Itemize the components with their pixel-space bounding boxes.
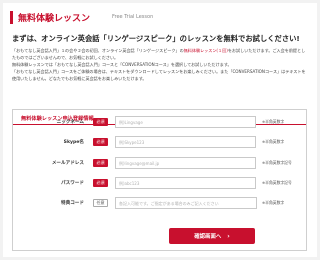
optional-badge: 任意 [93,199,108,207]
promo-code-note: ※半角英数字 [262,200,285,205]
required-badge: 必須 [93,118,108,126]
arrow-right-icon: › [227,232,230,240]
field-row-promo-code: 特典コード 任意 ※半角英数字 [12,197,305,209]
password-label: パスワード [61,181,84,186]
nickname-label: ニックネーム [56,120,84,125]
password-note: ※半角英数字記号 [262,180,292,185]
intro-line3: 「おもてなし英会話入門」コースをご体験の場合は、テキストをダウンロードしてレッス… [12,69,306,82]
intro-line1: 「おもてなし英会話入門」１の会や２会の初回、オンライン英会話「リンゲージスピーク… [12,48,184,53]
intro-line2: 無料体験レッスンでは「おもてなし英会話入門」コースと「CONVERSATIONコ… [12,62,232,68]
field-row-skype: Skype名 必須 ※半角英数字 [12,136,305,148]
email-input[interactable] [115,157,256,169]
field-row-nickname: ニックネーム 必須 ※半角英数字 [12,116,305,128]
page-subtitle: Free Trial Lesson [112,14,154,20]
page-title: 無料体験レッスン [18,13,91,24]
required-badge: 必須 [93,179,108,187]
confirm-button-label: 確認画面へ [194,234,222,240]
intro-text: 「おもてなし英会話入門」１の会や２会の初回、オンライン英会話「リンゲージスピーク… [12,47,308,82]
required-badge: 必須 [93,138,108,146]
intro-highlight: 無料体験レッスン(１回) [183,48,228,53]
page-header: 無料体験レッスン Free Trial Lesson [10,10,153,24]
email-label: メールアドレス [51,161,84,166]
nickname-input[interactable] [115,116,256,128]
skype-note: ※半角英数字 [262,139,285,144]
skype-input[interactable] [115,136,256,148]
password-input[interactable] [115,177,256,189]
field-row-password: パスワード 必須 ※半角英数字記号 [12,177,305,189]
skype-label: Skype名 [63,140,84,145]
nickname-note: ※半角英数字 [262,119,285,124]
promo-code-input[interactable] [115,197,257,209]
confirm-button[interactable]: 確認画面へ › [169,228,255,244]
title-accent-bar [10,10,13,24]
field-row-email: メールアドレス 必須 ※半角英数字記号 [12,157,305,169]
headline: まずは、オンライン英会話「リンゲージスピーク」のレッスンを無料でお試しください! [12,34,300,43]
promo-code-label: 特典コード [61,201,84,206]
email-note: ※半角英数字記号 [262,160,292,165]
required-badge: 必須 [93,159,108,167]
